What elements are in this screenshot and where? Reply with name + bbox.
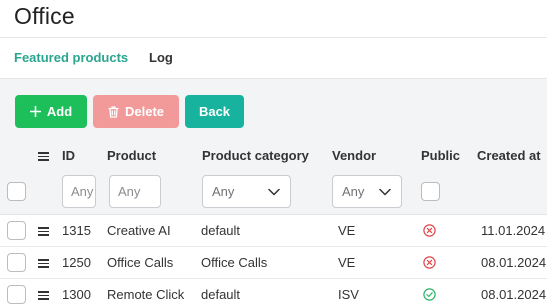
- cell-vendor: ISV: [338, 287, 359, 302]
- cell-product: Creative AI: [107, 223, 171, 238]
- x-circle-icon: [423, 256, 436, 269]
- header-divider: [0, 37, 547, 38]
- row-menu-icon[interactable]: [38, 291, 49, 300]
- back-button[interactable]: Back: [185, 95, 244, 128]
- cell-id: 1250: [62, 255, 91, 270]
- back-button-label: Back: [198, 104, 231, 119]
- row-menu-icon[interactable]: [38, 227, 49, 236]
- table-header-row: ID Product Product category Vendor Publi…: [0, 143, 547, 168]
- header-vendor[interactable]: Vendor: [332, 148, 376, 163]
- category-filter-value: Any: [212, 184, 235, 199]
- chevron-down-icon: [379, 188, 391, 196]
- table-filter-row: Any Any Any Any: [0, 168, 547, 215]
- vendor-filter-value: Any: [342, 184, 365, 199]
- cell-created-at: 11.01.2024: [481, 223, 546, 238]
- header-id[interactable]: ID: [62, 148, 75, 163]
- check-circle-icon: [423, 288, 436, 301]
- header-product[interactable]: Product: [107, 148, 156, 163]
- add-button[interactable]: Add: [15, 95, 87, 128]
- delete-button-label: Delete: [124, 104, 165, 119]
- cell-category: Office Calls: [201, 255, 268, 270]
- cell-id: 1315: [62, 223, 91, 238]
- table-row[interactable]: 1300 Remote Click default ISV 08.01.2024: [0, 279, 547, 307]
- category-filter-select[interactable]: Any: [202, 175, 291, 208]
- row-select-checkbox[interactable]: [7, 221, 26, 240]
- row-menu-icon[interactable]: [38, 259, 49, 268]
- cell-product: Office Calls: [107, 255, 174, 270]
- cell-id: 1300: [62, 287, 91, 302]
- cell-product: Remote Click: [107, 287, 185, 302]
- row-select-checkbox[interactable]: [7, 253, 26, 272]
- vendor-filter-select[interactable]: Any: [332, 175, 402, 208]
- x-circle-icon: [423, 224, 436, 237]
- cell-category: default: [201, 287, 241, 302]
- plus-icon: [29, 106, 41, 117]
- product-filter-input[interactable]: Any: [109, 175, 161, 208]
- id-filter-input[interactable]: Any: [62, 175, 96, 208]
- cell-vendor: VE: [338, 255, 356, 270]
- public-filter-checkbox[interactable]: [421, 182, 440, 201]
- table-row[interactable]: 1250 Office Calls Office Calls VE 08.01.…: [0, 247, 547, 279]
- add-button-label: Add: [46, 104, 73, 119]
- cell-created-at: 08.01.2024: [481, 287, 547, 302]
- column-menu-icon[interactable]: [38, 152, 49, 161]
- trash-icon: [108, 105, 119, 118]
- row-select-checkbox[interactable]: [7, 285, 26, 304]
- delete-button[interactable]: Delete: [93, 95, 179, 128]
- chevron-down-icon: [268, 188, 280, 196]
- page-title: Office: [14, 3, 75, 29]
- table-row[interactable]: 1315 Creative AI default VE 11.01.2024: [0, 215, 547, 247]
- cell-created-at: 08.01.2024: [481, 255, 547, 270]
- header-public[interactable]: Public: [421, 148, 460, 163]
- tab-featured-products[interactable]: Featured products: [14, 50, 128, 65]
- cell-vendor: VE: [338, 223, 356, 238]
- tab-log[interactable]: Log: [149, 50, 173, 65]
- header-created-at[interactable]: Created at: [477, 148, 541, 163]
- select-all-checkbox[interactable]: [7, 182, 26, 201]
- cell-category: default: [201, 223, 241, 238]
- header-product-category[interactable]: Product category: [202, 148, 309, 163]
